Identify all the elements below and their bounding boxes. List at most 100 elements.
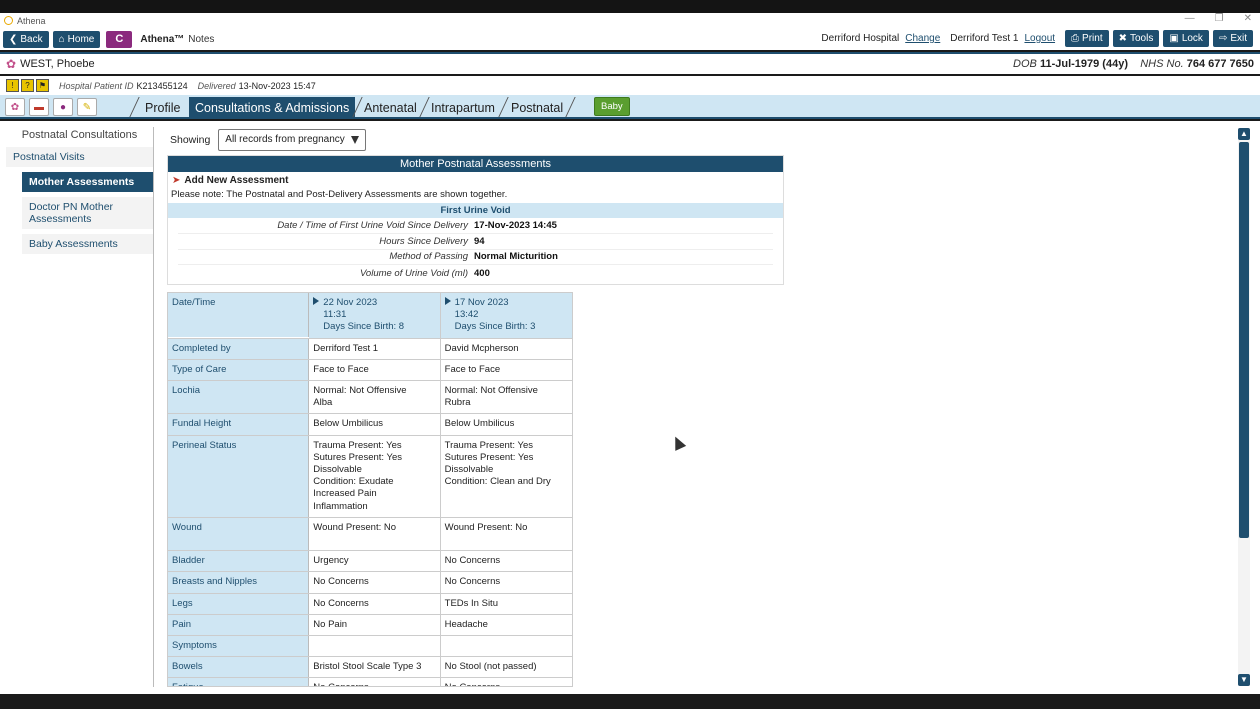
hospital-name: Derriford Hospital: [821, 33, 900, 44]
table-row: Bowels Bristol Stool Scale Type 3 No Stool…: [168, 657, 572, 679]
cell-line: [445, 534, 568, 546]
nhs-label: NHS No.: [1140, 58, 1184, 70]
tools-icon: ✖: [1118, 33, 1127, 44]
assessment-column-1[interactable]: 22 Nov 2023 11:31 Days Since Birth: 8: [309, 293, 441, 338]
cell-line: Wound Present: No: [313, 521, 397, 533]
scroll-thumb[interactable]: [1239, 142, 1249, 538]
panel-header: Mother Postnatal Assessments: [168, 156, 783, 172]
expand-icon[interactable]: [313, 297, 320, 305]
cell-line: Sutures Present: Yes: [313, 451, 403, 463]
table-row: Symptoms: [168, 636, 572, 658]
pin-icon: ➤: [172, 175, 181, 186]
nav-doctor-pn-mother-assessments[interactable]: Doctor PN Mother Assessments: [22, 197, 153, 229]
table-cell: Face to Face: [441, 360, 572, 380]
cell-line: Sutures Present: Yes: [444, 451, 534, 463]
alert-icons: ! ? ⚑: [6, 79, 49, 92]
patient-name: WEST, Phoebe: [20, 58, 95, 70]
row-label: Breasts and Nipples: [168, 572, 310, 593]
table-row: Perineal Status Trauma Present: Yes Suture…: [168, 435, 572, 518]
dropdown-arrow-icon: [350, 136, 359, 144]
add-new-assessment-link[interactable]: ➤ Add New Assessment: [168, 172, 783, 187]
table-row: Type of Care Face to Face Face to Face: [168, 359, 572, 382]
panel-note: Please note: The Postnatal and Post-Deli…: [171, 189, 508, 200]
cell-line: Below Umbilicus: [444, 418, 515, 430]
warning-icon[interactable]: !: [6, 79, 19, 92]
cell-line: No Concerns: [444, 576, 501, 588]
tools-button[interactable]: ✖ Tools: [1112, 30, 1160, 47]
flag-icon[interactable]: ⚑: [36, 79, 49, 92]
user-name: Derriford Test 1: [950, 33, 1019, 44]
table-cell: Normal: Not Offensive Alba: [309, 381, 441, 414]
people-tab-icon[interactable]: ●: [53, 98, 73, 116]
nav-baby-assessments[interactable]: Baby Assessments: [22, 234, 153, 254]
table-row: Bladder Urgency No Concerns: [168, 551, 572, 573]
hospital-id-value: K213455124: [136, 80, 188, 91]
cell-line: Dissolvable: [313, 464, 362, 476]
grid-header-row: Date/Time 22 Nov 2023 11:31 Days Since B…: [168, 293, 572, 339]
flower-tab-icon[interactable]: ✿: [5, 98, 25, 116]
table-row: Pain No Pain Headache: [168, 614, 572, 637]
cell-line: No Stool (not passed): [444, 661, 537, 673]
row-label: Lochia: [168, 381, 310, 414]
assessment-column-2[interactable]: 17 Nov 2023 13:42 Days Since Birth: 3: [440, 293, 572, 338]
question-icon[interactable]: ?: [21, 79, 34, 92]
cell-line: No Pain: [313, 618, 348, 630]
grid-label: Date/Time: [168, 293, 310, 337]
logout-link[interactable]: Logout: [1024, 33, 1055, 44]
cell-line: Condition: Clean and Dry: [444, 476, 551, 488]
row-label: Symptoms: [168, 636, 310, 657]
window-controls: — ❐ ✕: [1185, 13, 1252, 24]
field-row: Hours Since Delivery 94: [178, 234, 773, 250]
vertical-scrollbar[interactable]: ▲ ▼: [1238, 128, 1250, 686]
c-button[interactable]: C: [106, 30, 133, 48]
scroll-up-icon[interactable]: ▲: [1238, 128, 1250, 140]
note-tab-icon[interactable]: ✎: [77, 98, 97, 116]
row-label: Fundal Height: [168, 414, 310, 435]
patient-info-bar: ! ? ⚑ Hospital Patient ID K213455124 Del…: [0, 76, 1260, 95]
tab-profile[interactable]: Profile: [139, 97, 186, 119]
main-toolbar: ❮ Back ⌂ Home C Athena™ Notes Derriford Ho…: [0, 28, 1260, 50]
records-select[interactable]: All records from pregnancy: [218, 129, 366, 151]
tab-antenatal[interactable]: Antenatal: [358, 97, 423, 119]
back-button[interactable]: ❮ Back: [3, 30, 49, 48]
baby-button[interactable]: Baby: [594, 97, 630, 116]
row-label: Fatigue: [168, 678, 310, 686]
table-cell: TEDs In Situ: [441, 594, 572, 614]
field-row: Method of Passing Normal Micturition: [178, 250, 773, 266]
print-button[interactable]: ⎙ Print: [1065, 30, 1109, 47]
restore-icon[interactable]: ❐: [1215, 13, 1224, 24]
table-cell: Bristol Stool Scale Type 3: [309, 657, 441, 678]
table-row: Legs No Concerns TEDs In Situ: [168, 593, 572, 615]
dob-value: 11-Jul-1979 (44y): [1039, 58, 1128, 70]
change-link[interactable]: Change: [905, 33, 940, 44]
table-cell: Below Umbilicus: [309, 414, 441, 435]
cell-line: Rubra: [444, 397, 471, 409]
cell-line: No Concerns: [445, 682, 568, 686]
cell-line: Bristol Stool Scale Type 3: [313, 661, 422, 673]
lock-button[interactable]: ▣ Lock: [1163, 30, 1209, 47]
tab-postnatal[interactable]: Postnatal: [505, 97, 569, 119]
cell-line: Below Umbilicus: [313, 418, 383, 430]
tab-consultations-admissions[interactable]: Consultations & Admissions: [189, 97, 356, 119]
table-cell: Trauma Present: Yes Sutures Present: Yes D…: [441, 436, 572, 517]
exit-button[interactable]: ⇨ Exit: [1212, 30, 1253, 47]
scroll-down-icon[interactable]: ▼: [1238, 674, 1250, 686]
exit-icon: ⇨: [1218, 33, 1228, 44]
table-cell: Derriford Test 1: [309, 338, 441, 359]
pills-tab-icon[interactable]: ▬: [29, 98, 49, 116]
nav-postnatal-visits[interactable]: Postnatal Visits: [6, 147, 153, 167]
expand-icon[interactable]: [444, 297, 451, 305]
cell-line: Face to Face: [444, 363, 501, 375]
close-icon[interactable]: ✕: [1244, 13, 1252, 24]
home-button[interactable]: ⌂ Home: [52, 30, 101, 48]
nav-mother-assessments[interactable]: Mother Assessments: [22, 172, 153, 192]
cell-line: TEDs In Situ: [444, 597, 498, 609]
cell-line: Face to Face: [313, 363, 369, 375]
grid-body: Completed by Derriford Test 1 David Mcpher…: [168, 338, 572, 686]
table-cell: [441, 636, 572, 656]
cell-line: [313, 640, 435, 652]
cell-line: Trauma Present: Yes: [444, 439, 534, 451]
minimize-icon[interactable]: —: [1185, 13, 1195, 24]
delivered-label: Delivered: [197, 80, 236, 91]
tab-intrapartum[interactable]: Intrapartum: [425, 97, 501, 119]
